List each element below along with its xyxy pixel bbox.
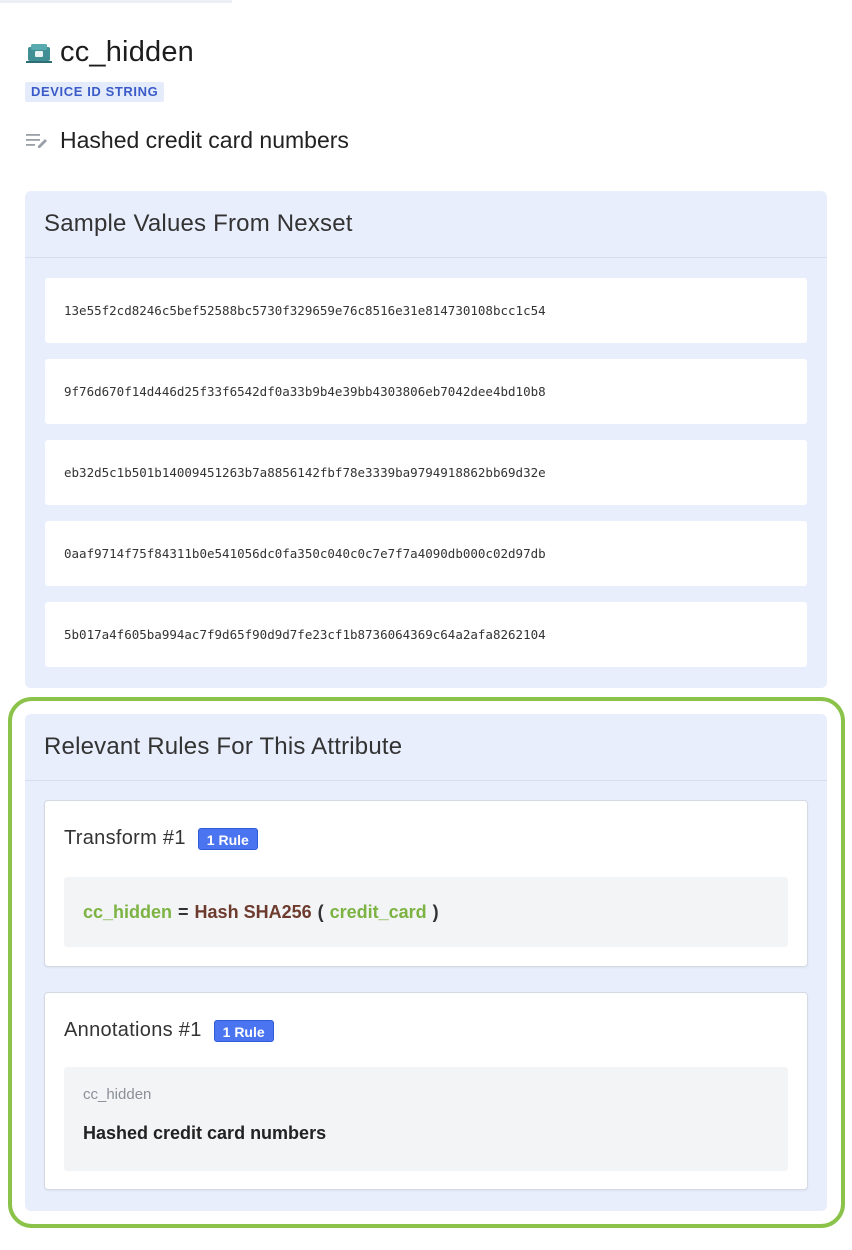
transform-close-paren: ) (432, 901, 439, 922)
annotations-rule-count-badge: 1 Rule (213, 1019, 274, 1042)
annotations-card-title: Annotations #1 1 Rule (64, 1019, 274, 1042)
sample-value: eb32d5c1b501b14009451263b7a8856142fbf78e… (45, 440, 807, 505)
transform-equals: = (178, 901, 189, 922)
annotations-card: Annotations #1 1 Rule cc_hidden Hashed c… (44, 992, 808, 1190)
transform-target-attribute[interactable]: cc_hidden (83, 902, 172, 923)
relevant-rules-title: Relevant Rules For This Attribute (25, 714, 827, 781)
attribute-name: cc_hidden (60, 35, 195, 68)
annotation-body: cc_hidden Hashed credit card numbers (64, 1067, 788, 1171)
device-id-icon (26, 39, 52, 65)
annotation-value: Hashed credit card numbers (83, 1123, 327, 1143)
sample-value: 9f76d670f14d446d25f33f6542df0a33b9b4e39b… (45, 359, 807, 424)
transform-rule-count-badge: 1 Rule (197, 827, 258, 850)
transform-label: Transform #1 (64, 827, 186, 849)
relevant-rules-panel: Relevant Rules For This Attribute Transf… (25, 714, 827, 1211)
top-tab-indicator (0, 0, 232, 3)
transform-function: Hash SHA256 (194, 901, 312, 922)
transform-expression: cc_hidden = Hash SHA256 ( credit_card ) (64, 877, 788, 947)
sample-values-panel: Sample Values From Nexset 13e55f2cd8246c… (25, 191, 827, 688)
annotations-label: Annotations #1 (64, 1019, 202, 1041)
sample-value: 13e55f2cd8246c5bef52588bc5730f329659e76c… (45, 278, 807, 343)
transform-card-title: Transform #1 1 Rule (64, 827, 258, 850)
transform-card: Transform #1 1 Rule cc_hidden = Hash SHA… (44, 800, 808, 967)
sample-value: 0aaf9714f75f84311b0e541056dc0fa350c040c0… (45, 521, 807, 586)
attribute-description: Hashed credit card numbers (26, 124, 349, 156)
description-text: Hashed credit card numbers (60, 126, 349, 153)
sample-values-list: 13e55f2cd8246c5bef52588bc5730f329659e76c… (45, 278, 807, 683)
sample-values-title: Sample Values From Nexset (25, 191, 827, 258)
attribute-type-badge: DEVICE ID STRING (25, 82, 165, 102)
sample-value: 5b017a4f605ba994ac7f9d65f90d9d7fe23cf1b8… (45, 602, 807, 667)
annotation-key: cc_hidden (83, 1086, 152, 1103)
transform-argument-attribute[interactable]: credit_card (330, 902, 427, 923)
transform-open-paren: ( (317, 901, 324, 922)
notes-edit-icon (26, 131, 48, 149)
attribute-header: cc_hidden (26, 32, 194, 72)
